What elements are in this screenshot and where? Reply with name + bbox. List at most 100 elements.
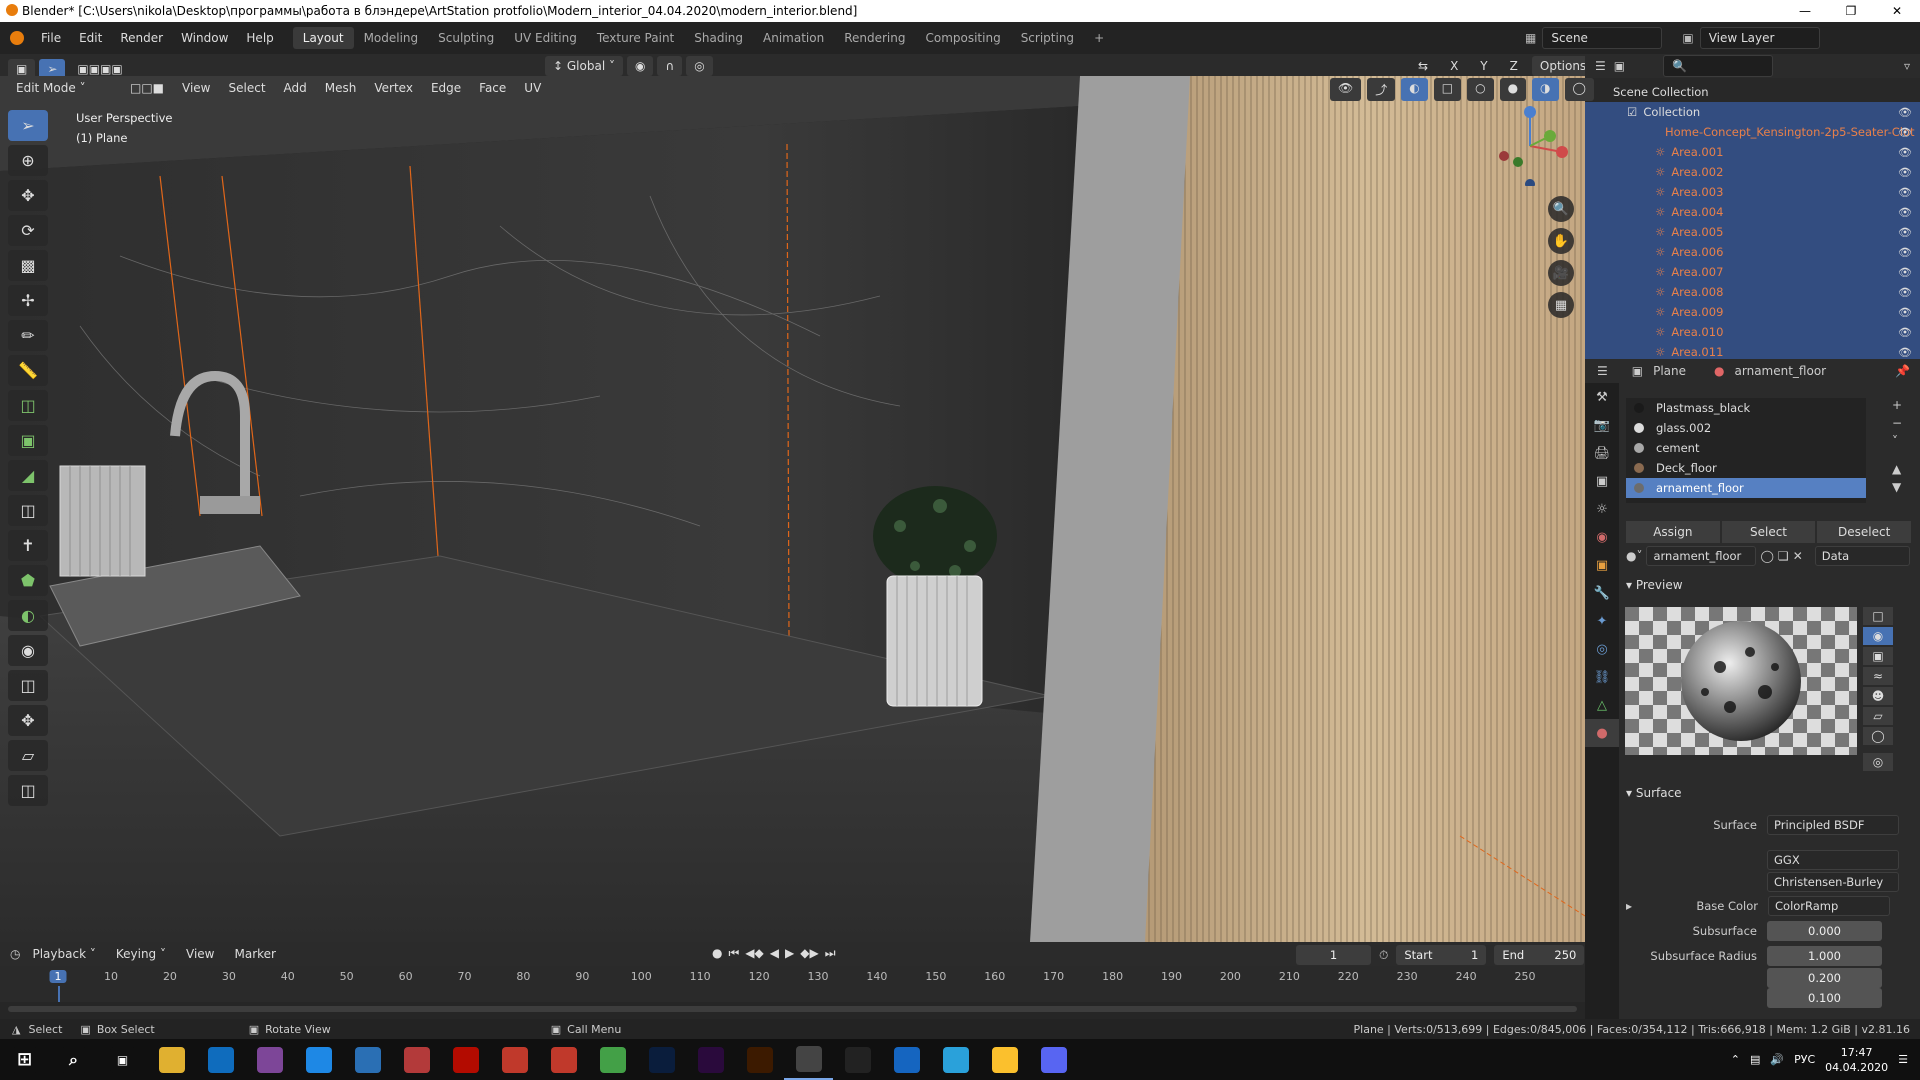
assign-button[interactable]: Assign bbox=[1626, 521, 1720, 543]
current-frame-field[interactable]: 1 bbox=[1296, 945, 1371, 965]
transform-orientation-dropdown[interactable]: ↕ Global ˅ bbox=[545, 56, 623, 76]
outliner-row-item[interactable]: Home-Concept_Kensington-2p5-Seater-Clot 👁 bbox=[1585, 122, 1920, 142]
world-tab-icon[interactable]: ◉ bbox=[1585, 523, 1619, 551]
telegram-icon[interactable] bbox=[931, 1039, 980, 1080]
eye-icon[interactable]: 👁 bbox=[1898, 226, 1912, 239]
output-tab-icon[interactable]: 🖨 bbox=[1585, 439, 1619, 467]
material-tab-icon[interactable]: ● bbox=[1585, 719, 1619, 747]
gizmo-icon[interactable]: ⤴ bbox=[1367, 78, 1396, 101]
language-indicator[interactable]: РУС bbox=[1794, 1053, 1815, 1066]
outliner-search-input[interactable]: 🔍 bbox=[1663, 55, 1774, 77]
annotate-icon[interactable]: ✏ bbox=[8, 320, 48, 351]
modifier-tab-icon[interactable]: 🔧 bbox=[1585, 579, 1619, 607]
surface-shader-field[interactable]: Principled BSDF bbox=[1767, 814, 1899, 835]
preview-fluid-icon[interactable]: ◯ bbox=[1863, 727, 1893, 745]
scene-tab-icon[interactable]: ☼ bbox=[1585, 495, 1619, 523]
network-icon[interactable]: ▤ bbox=[1750, 1053, 1760, 1066]
timeline-scrollbar[interactable] bbox=[8, 1006, 1577, 1012]
preview-monkey-icon[interactable]: ☻ bbox=[1863, 687, 1893, 705]
select-box-icon[interactable]: ➢ bbox=[8, 110, 48, 141]
timeline-editor-icon[interactable]: ◷ bbox=[10, 947, 20, 961]
jump-end-icon[interactable]: ⏭ bbox=[825, 946, 836, 961]
menu-keying[interactable]: Keying ˅ bbox=[108, 944, 174, 964]
illustrator-icon[interactable] bbox=[735, 1039, 784, 1080]
preview-cloth-icon[interactable]: ▱ bbox=[1863, 707, 1893, 725]
eye-icon[interactable]: 👁 bbox=[1898, 246, 1912, 259]
eye-icon[interactable]: 👁 bbox=[1898, 186, 1912, 199]
play-icon[interactable]: ▶ bbox=[785, 946, 794, 961]
steam-red-icon[interactable] bbox=[490, 1039, 539, 1080]
preview-flat-icon[interactable]: □ bbox=[1863, 607, 1893, 625]
outliner-row-item[interactable]: ☼ Area.002 👁 bbox=[1585, 162, 1920, 182]
substance-icon[interactable] bbox=[539, 1039, 588, 1080]
start-frame-field[interactable]: Start 1 bbox=[1396, 945, 1487, 965]
material-slot[interactable]: arnament_floor bbox=[1626, 478, 1866, 498]
overlay-icon[interactable]: ◐ bbox=[1401, 78, 1428, 101]
discord-icon[interactable] bbox=[1029, 1039, 1078, 1080]
loop-cut-icon[interactable]: ◫ bbox=[8, 495, 48, 526]
minimize-icon[interactable]: — bbox=[1782, 0, 1828, 22]
eye-icon[interactable]: 👁 bbox=[1898, 326, 1912, 339]
jump-key-forward-icon[interactable]: ◆▶ bbox=[800, 946, 818, 961]
tor-icon[interactable] bbox=[245, 1039, 294, 1080]
bevel-icon[interactable]: ◢ bbox=[8, 460, 48, 491]
tab-compositing[interactable]: Compositing bbox=[915, 27, 1010, 49]
preview-world-icon[interactable]: ◎ bbox=[1863, 753, 1893, 771]
eye-icon[interactable]: 👁 bbox=[1898, 346, 1912, 359]
mirror-icon[interactable]: ⇆ bbox=[1410, 56, 1436, 76]
pin-icon[interactable]: 📌 bbox=[1895, 364, 1910, 378]
close-icon[interactable]: ✕ bbox=[1874, 0, 1920, 22]
menu-view[interactable]: View bbox=[174, 78, 218, 98]
tab-uv-editing[interactable]: UV Editing bbox=[504, 27, 587, 49]
eye-icon[interactable]: 👁 bbox=[1898, 126, 1912, 139]
task-view-icon[interactable]: ▣ bbox=[98, 1039, 147, 1080]
file-explorer-icon[interactable] bbox=[147, 1039, 196, 1080]
menu-select[interactable]: Select bbox=[221, 78, 274, 98]
filter-icon[interactable]: ▿ bbox=[1904, 59, 1910, 73]
end-frame-field[interactable]: End 250 bbox=[1494, 945, 1585, 965]
rip-region-icon[interactable]: ◫ bbox=[8, 775, 48, 806]
shear-icon[interactable]: ▱ bbox=[8, 740, 48, 771]
menu-face[interactable]: Face bbox=[471, 78, 514, 98]
move-down-icon[interactable]: ▼ bbox=[1892, 480, 1902, 494]
properties-editor-icon[interactable]: ☰ bbox=[1597, 364, 1608, 378]
menu-help[interactable]: Help bbox=[237, 31, 282, 45]
material-datablock-field[interactable]: arnament_floor bbox=[1646, 546, 1757, 566]
poly-build-icon[interactable]: ⬟ bbox=[8, 565, 48, 596]
tab-rendering[interactable]: Rendering bbox=[834, 27, 915, 49]
move-icon[interactable]: ✥ bbox=[8, 180, 48, 211]
playhead[interactable] bbox=[58, 986, 60, 1002]
checkbox-icon[interactable]: ☑ bbox=[1627, 105, 1637, 119]
subsurface-method-dropdown[interactable]: Christensen-Burley bbox=[1767, 872, 1899, 892]
surface-header[interactable]: ▾ Surface bbox=[1626, 786, 1682, 800]
proportional-edit-icon[interactable]: ◎ bbox=[686, 56, 713, 76]
smooth-icon[interactable]: ◉ bbox=[8, 635, 48, 666]
rotate-icon[interactable]: ⟳ bbox=[8, 215, 48, 246]
eye-icon[interactable]: 👁 bbox=[1898, 206, 1912, 219]
inset-icon[interactable]: ▣ bbox=[8, 425, 48, 456]
view-layer-field[interactable]: View Layer bbox=[1699, 27, 1820, 49]
pivot-icon[interactable]: ◉ bbox=[626, 56, 654, 76]
photos-icon[interactable] bbox=[882, 1039, 931, 1080]
menu-edit[interactable]: Edit bbox=[70, 31, 111, 45]
search-icon[interactable]: ⌕ bbox=[49, 1039, 98, 1080]
eye-icon[interactable]: 👁 bbox=[1898, 306, 1912, 319]
record-icon[interactable]: ● bbox=[712, 946, 722, 961]
wireframe-shading-icon[interactable]: ○ bbox=[1467, 78, 1494, 101]
vertex-edge-face-icons[interactable]: □□■ bbox=[122, 78, 173, 98]
3d-viewport[interactable]: User Perspective (1) Plane 🔍 ✋ 🎥 ▦ bbox=[0, 76, 1585, 942]
navigation-gizmo[interactable] bbox=[1490, 106, 1570, 189]
jump-key-back-icon[interactable]: ◀◆ bbox=[745, 946, 763, 961]
outliner-row-item[interactable]: ☼ Area.008 👁 bbox=[1585, 282, 1920, 302]
tab-sculpting[interactable]: Sculpting bbox=[428, 27, 504, 49]
eye-icon[interactable]: 👁 bbox=[1898, 286, 1912, 299]
material-browse-icon[interactable]: ●˅ bbox=[1626, 549, 1642, 563]
tab-scripting[interactable]: Scripting bbox=[1011, 27, 1084, 49]
subsurface-radius-y[interactable]: 0.200 bbox=[1767, 968, 1882, 988]
shrink-fatten-icon[interactable]: ✥ bbox=[8, 705, 48, 736]
outliner-row-item[interactable]: ☼ Area.004 👁 bbox=[1585, 202, 1920, 222]
jump-start-icon[interactable]: ⏮ bbox=[728, 946, 739, 961]
expand-icon[interactable]: ▸ bbox=[1626, 899, 1640, 913]
snap-icon[interactable]: ∩ bbox=[657, 56, 683, 76]
object-tab-icon[interactable]: ▣ bbox=[1585, 551, 1619, 579]
